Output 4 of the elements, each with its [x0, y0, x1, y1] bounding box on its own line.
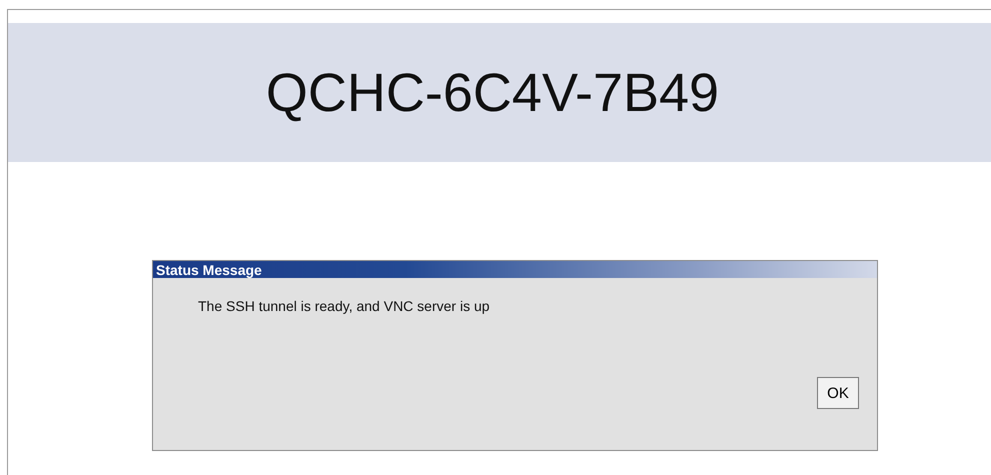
status-message: The SSH tunnel is ready, and VNC server is up — [198, 298, 491, 314]
dialog-title: Status Message — [156, 262, 262, 278]
ok-button[interactable]: OK — [817, 377, 859, 409]
device-code: QCHC-6C4V-7B49 — [266, 62, 720, 124]
